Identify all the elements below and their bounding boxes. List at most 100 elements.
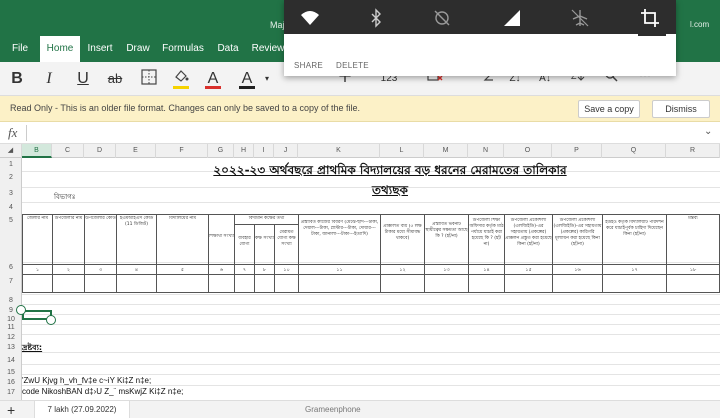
column-header-d[interactable]: D xyxy=(84,144,116,158)
row-header-14[interactable]: 14 xyxy=(0,357,22,364)
spreadsheet-grid[interactable]: ◢ B C D E F G H I J K L M N O P Q R 1 2 … xyxy=(0,144,720,400)
add-sheet-button[interactable]: + xyxy=(7,402,15,418)
font-color-button[interactable]: A xyxy=(202,68,224,90)
column-header-m[interactable]: M xyxy=(424,144,468,158)
row-header-10[interactable]: 10 xyxy=(0,316,22,323)
read-only-banner: Read Only - This is an older file format… xyxy=(0,96,720,122)
row-header-6[interactable]: 6 xyxy=(0,264,22,271)
column-header-g[interactable]: G xyxy=(208,144,234,158)
selection-handle-start[interactable] xyxy=(16,305,26,315)
tab-draw[interactable]: Draw xyxy=(120,36,156,62)
quick-settings-bar xyxy=(284,0,676,34)
row-header-17[interactable]: 17 xyxy=(0,389,22,396)
column-header-n[interactable]: N xyxy=(468,144,504,158)
formula-separator xyxy=(26,125,27,141)
column-header-f[interactable]: F xyxy=(156,144,208,158)
tab-data[interactable]: Data xyxy=(210,36,246,62)
tab-formulas[interactable]: Formulas xyxy=(158,36,208,62)
column-header-o[interactable]: O xyxy=(504,144,552,158)
crop-icon[interactable] xyxy=(640,8,660,28)
column-number: ১৪ xyxy=(483,267,490,273)
column-number: ১১ xyxy=(336,267,343,273)
borders-button[interactable] xyxy=(138,68,160,90)
column-number: ২ xyxy=(66,267,71,273)
window-title: Maj xyxy=(270,20,285,30)
header-school-name: বিদ্যালয়ের নাম xyxy=(169,216,196,221)
column-header-h[interactable]: H xyxy=(234,144,254,158)
sheet-tab-7-lakh[interactable]: 7 lakh (27.09.2022) xyxy=(34,401,130,418)
row-header-12[interactable]: 12 xyxy=(0,334,22,341)
column-number: ১৭ xyxy=(631,267,638,273)
delete-action[interactable]: DELETE xyxy=(336,61,369,70)
column-number: ৩ xyxy=(98,267,103,273)
row-header-4[interactable]: 4 xyxy=(0,204,22,211)
column-number: ১৫ xyxy=(525,267,532,273)
row-header-5[interactable]: 5 xyxy=(0,217,22,224)
header-room-count: কক্ষ সংখ্যা xyxy=(255,236,274,241)
column-header-b[interactable]: B xyxy=(22,144,52,158)
read-only-message: Read Only - This is an older file format… xyxy=(10,103,361,113)
row-header-3[interactable]: 3 xyxy=(0,190,22,197)
rotation-lock-icon[interactable] xyxy=(432,8,452,28)
underline-button[interactable]: U xyxy=(72,68,94,90)
airplane-mode-icon[interactable] xyxy=(570,8,590,28)
bluetooth-icon[interactable] xyxy=(366,8,386,28)
row-header-7[interactable]: 7 xyxy=(0,278,22,285)
column-number: ৬ xyxy=(219,267,224,273)
column-number: ৭ xyxy=(242,267,247,273)
formula-bar[interactable]: fx ⌄ xyxy=(0,122,720,144)
instruction-row-18: code NikoshBAN d‡›U Z_¨ msKwjZ Ki‡Z n‡e; xyxy=(22,387,184,396)
wifi-icon[interactable] xyxy=(300,8,320,28)
table-vline xyxy=(234,214,235,292)
row-header-2[interactable]: 2 xyxy=(0,174,22,181)
table-border-mid xyxy=(22,264,720,265)
tab-file[interactable]: File xyxy=(0,36,40,62)
share-action[interactable]: SHARE xyxy=(294,61,323,70)
tab-insert[interactable]: Insert xyxy=(80,36,120,62)
row-header-11[interactable]: 11 xyxy=(0,324,22,331)
gridline xyxy=(22,334,720,335)
tab-home[interactable]: Home xyxy=(40,36,80,62)
signal-icon[interactable] xyxy=(502,8,522,28)
header-remarks: মন্তব্য xyxy=(688,216,698,221)
row-header-15[interactable]: 15 xyxy=(0,369,22,376)
strikethrough-button[interactable]: ab xyxy=(104,68,126,90)
row-header-13[interactable]: 13 xyxy=(0,344,22,351)
save-copy-button[interactable]: Save a copy xyxy=(578,100,640,118)
column-header-i[interactable]: I xyxy=(254,144,274,158)
select-all-corner[interactable]: ◢ xyxy=(0,144,22,158)
column-header-e[interactable]: E xyxy=(116,144,156,158)
row-header-16[interactable]: 16 xyxy=(0,379,22,386)
instruction-row-17: 'ZwU Kjvg h_vh_fv‡e c~iY Ki‡Z n‡e; xyxy=(22,376,152,385)
row-header-1[interactable]: 1 xyxy=(0,161,22,168)
gridline xyxy=(22,364,720,365)
column-number: ৫ xyxy=(180,267,185,273)
gridline xyxy=(22,352,720,353)
fill-color-button[interactable] xyxy=(170,68,192,90)
font-color-dropdown-button[interactable]: A xyxy=(236,68,258,90)
column-header-q[interactable]: Q xyxy=(602,144,666,158)
column-header-l[interactable]: L xyxy=(380,144,424,158)
header-existing-rooms: বিদ্যমান কক্ষের তথ্য xyxy=(248,216,285,221)
column-number: ১৮ xyxy=(689,267,697,273)
row-header-8[interactable]: 8 xyxy=(0,297,22,304)
font-color-swatch-2 xyxy=(239,86,255,89)
note-label: দ্রষ্টব্য: xyxy=(22,343,43,352)
italic-button[interactable]: I xyxy=(38,68,60,90)
dismiss-button[interactable]: Dismiss xyxy=(652,100,710,118)
header-estimate-prepared: উপজেলা প্রকৌশলী (এলজিইডি)-এর সহায়তায় (… xyxy=(505,218,552,247)
column-header-j[interactable]: J xyxy=(274,144,298,158)
tab-review[interactable]: Review xyxy=(248,36,288,62)
header-technical-evaluation: উপজেলা প্রকৌশলী (এলজিইডি)-এর সহায়তায় (… xyxy=(553,218,602,247)
column-header-c[interactable]: C xyxy=(52,144,84,158)
bold-button[interactable]: B xyxy=(6,68,28,90)
column-header-k[interactable]: K xyxy=(298,144,380,158)
chevron-down-icon[interactable]: ▾ xyxy=(256,68,278,90)
chevron-down-icon[interactable]: ⌄ xyxy=(704,126,712,137)
selection-handle-end[interactable] xyxy=(46,315,56,325)
gridline xyxy=(22,374,720,375)
column-number: ১৬ xyxy=(574,267,581,273)
column-header-r[interactable]: R xyxy=(666,144,720,158)
gridline xyxy=(22,324,720,325)
column-header-p[interactable]: P xyxy=(552,144,602,158)
